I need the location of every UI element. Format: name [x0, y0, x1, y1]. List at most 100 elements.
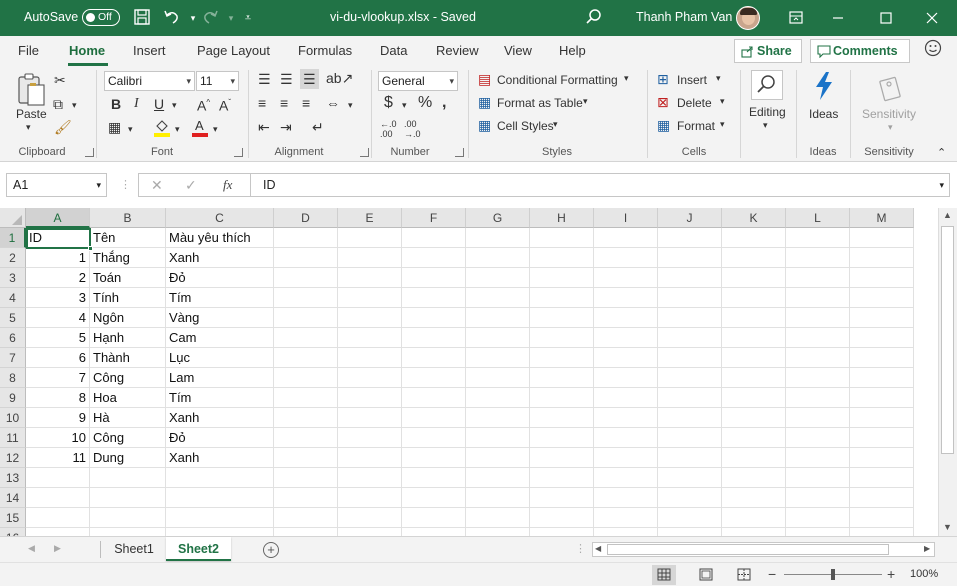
- cell-styles-icon[interactable]: ▦: [478, 117, 491, 133]
- cell-m5[interactable]: [850, 308, 914, 328]
- cell-c7[interactable]: Lục: [166, 348, 274, 368]
- vertical-scroll-thumb[interactable]: [941, 226, 954, 454]
- search-icon[interactable]: [584, 8, 604, 28]
- cell-a6[interactable]: 5: [26, 328, 90, 348]
- zoom-in-icon[interactable]: +: [887, 566, 895, 582]
- cell-f9[interactable]: [402, 388, 466, 408]
- cell-d1[interactable]: [274, 228, 338, 248]
- cell-l9[interactable]: [786, 388, 850, 408]
- number-format-select[interactable]: General ▾: [378, 71, 458, 91]
- cell-c13[interactable]: [166, 468, 274, 488]
- cell-k2[interactable]: [722, 248, 786, 268]
- cell-b12[interactable]: Dung: [90, 448, 166, 468]
- delete-cells-dropdown-icon[interactable]: ▾: [720, 96, 725, 107]
- cell-f15[interactable]: [402, 508, 466, 528]
- editing-button[interactable]: Editing: [749, 105, 786, 119]
- minimize-icon[interactable]: [826, 6, 850, 30]
- cell-k12[interactable]: [722, 448, 786, 468]
- cell-h11[interactable]: [530, 428, 594, 448]
- cell-i13[interactable]: [594, 468, 658, 488]
- autosave-toggle[interactable]: Off: [82, 9, 120, 26]
- font-launcher-icon[interactable]: [234, 148, 243, 157]
- cell-i3[interactable]: [594, 268, 658, 288]
- top-align-icon[interactable]: ☰: [258, 71, 271, 87]
- cell-d5[interactable]: [274, 308, 338, 328]
- cell-i10[interactable]: [594, 408, 658, 428]
- column-header-b[interactable]: B: [90, 208, 166, 228]
- select-all-corner[interactable]: [0, 208, 26, 228]
- tab-insert[interactable]: Insert: [133, 43, 166, 58]
- cell-j3[interactable]: [658, 268, 722, 288]
- share-button[interactable]: Share: [734, 39, 802, 63]
- copy-icon[interactable]: ⧉: [53, 96, 63, 112]
- cell-b7[interactable]: Thành: [90, 348, 166, 368]
- formula-bar-grip-icon[interactable]: ⋮: [120, 178, 131, 191]
- tab-review[interactable]: Review: [436, 43, 479, 58]
- column-header-m[interactable]: M: [850, 208, 914, 228]
- bold-icon[interactable]: B: [111, 96, 121, 112]
- row-header-13[interactable]: 13: [0, 468, 26, 488]
- copy-dropdown-icon[interactable]: ▾: [72, 97, 77, 113]
- cell-i14[interactable]: [594, 488, 658, 508]
- merge-center-icon[interactable]: ⇔: [326, 95, 340, 111]
- cell-f16[interactable]: [402, 528, 466, 536]
- sheet-scroll-right-icon[interactable]: ▶: [54, 543, 61, 554]
- cell-f6[interactable]: [402, 328, 466, 348]
- sheet-tab-sheet1[interactable]: Sheet1: [104, 537, 164, 561]
- cell-k3[interactable]: [722, 268, 786, 288]
- row-header-4[interactable]: 4: [0, 288, 26, 308]
- cell-f5[interactable]: [402, 308, 466, 328]
- cell-i9[interactable]: [594, 388, 658, 408]
- cell-m1[interactable]: [850, 228, 914, 248]
- cell-e3[interactable]: [338, 268, 402, 288]
- cell-b3[interactable]: Toán: [90, 268, 166, 288]
- cell-l1[interactable]: [786, 228, 850, 248]
- cell-b9[interactable]: Hoa: [90, 388, 166, 408]
- cell-k4[interactable]: [722, 288, 786, 308]
- cell-f2[interactable]: [402, 248, 466, 268]
- wrap-text-icon[interactable]: ↵: [312, 119, 324, 135]
- tab-file[interactable]: File: [18, 43, 39, 58]
- zoom-slider-knob[interactable]: [831, 569, 835, 580]
- cell-i7[interactable]: [594, 348, 658, 368]
- sheet-scroll-left-icon[interactable]: ◀: [28, 543, 35, 554]
- cell-h7[interactable]: [530, 348, 594, 368]
- cell-h2[interactable]: [530, 248, 594, 268]
- format-as-table-icon[interactable]: ▦: [478, 94, 491, 110]
- cell-a2[interactable]: 1: [26, 248, 90, 268]
- cell-f10[interactable]: [402, 408, 466, 428]
- cell-l11[interactable]: [786, 428, 850, 448]
- cell-e16[interactable]: [338, 528, 402, 536]
- page-layout-view-icon[interactable]: [694, 565, 718, 585]
- cell-g12[interactable]: [466, 448, 530, 468]
- cell-g8[interactable]: [466, 368, 530, 388]
- cell-k6[interactable]: [722, 328, 786, 348]
- cell-a11[interactable]: 10: [26, 428, 90, 448]
- cell-l16[interactable]: [786, 528, 850, 536]
- tab-page-layout[interactable]: Page Layout: [197, 43, 270, 58]
- cell-l6[interactable]: [786, 328, 850, 348]
- cell-h3[interactable]: [530, 268, 594, 288]
- underline-icon[interactable]: U: [154, 96, 164, 112]
- cell-c9[interactable]: Tím: [166, 388, 274, 408]
- underline-dropdown-icon[interactable]: ▾: [172, 97, 177, 113]
- cell-l10[interactable]: [786, 408, 850, 428]
- cell-d9[interactable]: [274, 388, 338, 408]
- cell-g10[interactable]: [466, 408, 530, 428]
- tab-help[interactable]: Help: [559, 43, 586, 58]
- cell-c2[interactable]: Xanh: [166, 248, 274, 268]
- expand-formula-bar-icon[interactable]: ▾: [939, 174, 944, 196]
- cell-g11[interactable]: [466, 428, 530, 448]
- orientation-icon[interactable]: ab↗: [326, 70, 353, 86]
- cell-k11[interactable]: [722, 428, 786, 448]
- cell-i5[interactable]: [594, 308, 658, 328]
- cell-c6[interactable]: Cam: [166, 328, 274, 348]
- cell-b14[interactable]: [90, 488, 166, 508]
- cell-d4[interactable]: [274, 288, 338, 308]
- conditional-formatting-dropdown-icon[interactable]: ▾: [624, 73, 629, 84]
- cell-e11[interactable]: [338, 428, 402, 448]
- zoom-percentage[interactable]: 100%: [910, 568, 938, 580]
- cell-d13[interactable]: [274, 468, 338, 488]
- cell-c3[interactable]: Đỏ: [166, 268, 274, 288]
- tab-formulas[interactable]: Formulas: [298, 43, 352, 58]
